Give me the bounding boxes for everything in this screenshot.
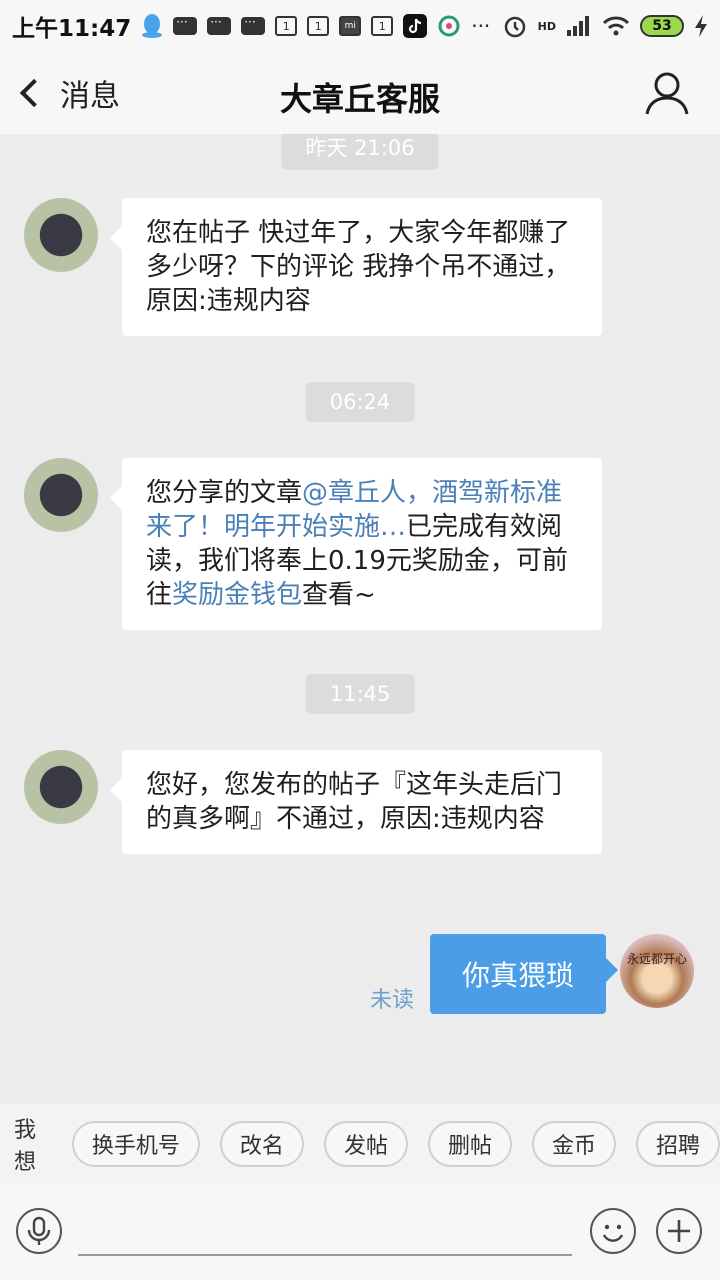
mobile-network-icon — [438, 15, 460, 37]
smiley-icon — [602, 1224, 624, 1242]
quick-chip-coins[interactable]: 金币 — [531, 1121, 616, 1167]
calendar-icon: 1 — [371, 16, 394, 36]
mi-icon: mi — [339, 16, 362, 36]
avatar[interactable] — [24, 198, 98, 272]
message-bubble: 您好，您发布的帖子『这年头走后门的真多啊』不通过，原因:违规内容 — [110, 750, 602, 854]
emoji-button[interactable] — [590, 1208, 636, 1254]
unread-status: 未读 — [370, 988, 415, 1013]
avatar[interactable] — [24, 458, 98, 532]
battery-indicator: 53 — [640, 15, 684, 37]
quick-chip-hiring[interactable]: 招聘 — [635, 1121, 720, 1167]
message-bubble: 您分享的文章@章丘人，酒驾新标准来了！明年开始实施…已完成有效阅读，我们将奉上0… — [110, 458, 602, 630]
self-avatar[interactable]: 永远都开心 — [620, 934, 694, 1008]
charging-icon — [695, 15, 707, 37]
wallet-link[interactable]: 奖励金钱包 — [172, 580, 302, 610]
calendar-icon: 1 — [307, 16, 330, 36]
message-text: 查看~ — [302, 580, 376, 610]
self-avatar-text: 永远都开心 — [626, 952, 687, 966]
quick-reply-label: 我想 — [14, 1118, 37, 1175]
chat-header: 消息 大章丘客服 — [0, 52, 720, 134]
timestamp: 昨天 21:06 — [281, 134, 439, 170]
calendar-icon: 1 — [275, 16, 298, 36]
page-title: 大章丘客服 — [279, 80, 440, 118]
input-bar — [0, 1184, 720, 1280]
message-icon — [241, 15, 266, 35]
tiktok-icon — [403, 14, 428, 38]
message-bubble: 您在帖子 快过年了，大家今年都赚了多少呀？下的评论 我挣个吊不通过，原因:违规内… — [110, 198, 602, 336]
quick-chip-delete-post[interactable]: 删帖 — [427, 1121, 512, 1167]
message-text: 您分享的文章 — [146, 478, 303, 508]
hd-label: HD — [537, 19, 556, 33]
alarm-icon — [504, 16, 525, 38]
timestamp: 06:24 — [305, 382, 415, 422]
timestamp: 11:45 — [305, 674, 415, 714]
user-icon — [645, 72, 689, 115]
signal-icon — [567, 16, 589, 36]
qq-icon — [142, 14, 163, 38]
quick-chip-rename[interactable]: 改名 — [219, 1121, 304, 1167]
more-icon: ··· — [471, 14, 491, 38]
status-right: HD 53 — [502, 13, 708, 39]
quick-chip-post[interactable]: 发帖 — [323, 1121, 408, 1167]
message-input[interactable] — [78, 1204, 572, 1256]
quick-reply-bar: 我想 换手机号 改名 发帖 删帖 金币 招聘 — [0, 1104, 720, 1184]
avatar[interactable] — [24, 750, 98, 824]
wifi-icon — [602, 16, 630, 36]
chat-area[interactable]: 昨天 21:06 您在帖子 快过年了，大家今年都赚了多少呀？下的评论 我挣个吊不… — [0, 134, 720, 1104]
outgoing-message-bubble: 你真猥琐 — [430, 934, 619, 1014]
quick-chip-change-phone[interactable]: 换手机号 — [71, 1121, 200, 1167]
more-actions-button[interactable] — [656, 1208, 702, 1254]
message-icon — [173, 15, 198, 35]
message-icon — [207, 15, 232, 35]
status-time: 上午11:47 — [12, 16, 132, 42]
status-bar: 上午11:47 1 1 mi 1 ··· HD 53 — [0, 0, 720, 52]
voice-button[interactable] — [16, 1208, 62, 1254]
notification-icons: 1 1 mi 1 ··· — [141, 13, 490, 39]
profile-button[interactable] — [644, 70, 690, 116]
plus-icon — [668, 1220, 690, 1242]
microphone-icon — [27, 1216, 51, 1245]
